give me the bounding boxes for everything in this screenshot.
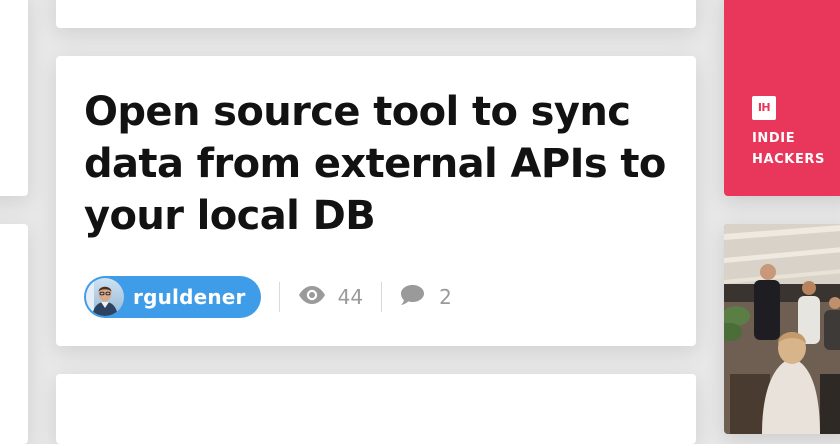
speech-bubble-icon [400,284,425,311]
post-meta: rguldener 44 2 [84,276,452,318]
view-count: 44 [298,285,363,309]
indie-hackers-logo: IH [752,96,776,120]
view-count-value: 44 [337,285,364,309]
author-name: rguldener [133,285,246,309]
author-link[interactable]: rguldener [84,276,261,318]
left-partial-card-bottom [0,224,28,444]
sidebar-photo[interactable] [724,224,840,434]
meta-divider [381,282,383,312]
indie-hackers-sponsor-card[interactable]: IH INDIE HACKERS [724,0,840,196]
comment-count-value: 2 [439,285,452,309]
meta-divider [278,282,280,312]
left-partial-card-top [0,0,28,196]
comment-count[interactable]: 2 [400,284,452,311]
previous-post-card[interactable] [56,0,696,28]
wordmark-line-2: HACKERS [752,152,826,167]
avatar [86,278,124,316]
post-card[interactable]: Open source tool to sync data from exter… [56,56,696,346]
wordmark-line-1: INDIE [752,131,796,146]
post-title[interactable]: Open source tool to sync data from exter… [84,86,674,242]
next-post-card[interactable] [56,374,696,444]
indie-hackers-wordmark: INDIE HACKERS [752,128,825,170]
eye-icon [298,285,326,309]
